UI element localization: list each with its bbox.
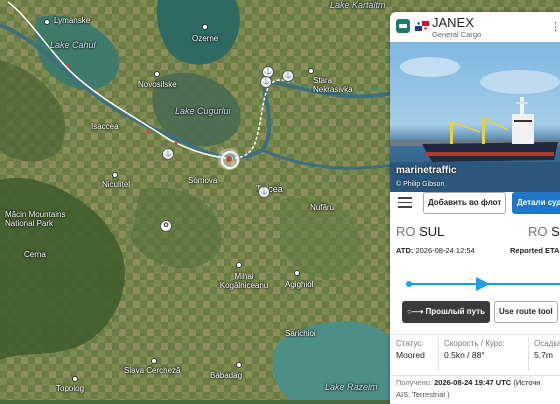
- place-label: Cerna: [24, 250, 46, 259]
- draught-label: Осадка: [534, 339, 560, 348]
- place-label: Ozerne: [192, 34, 219, 43]
- town-dot: [72, 376, 78, 382]
- town-dot: [154, 71, 160, 77]
- town-dot: [151, 358, 157, 364]
- place-label: Slava Cercheză: [124, 366, 181, 375]
- port-icon[interactable]: ⚓: [258, 186, 270, 198]
- progress-start-dot: [406, 281, 412, 287]
- town-dot: [44, 19, 50, 25]
- vessel-actions: Добавить во флот Детали суд: [390, 192, 560, 218]
- draught-field: Осадка 5.7m: [534, 339, 560, 360]
- speed-course-value: 0.5kn / 88°: [444, 350, 485, 360]
- place-label: Stara Nekrasivka: [313, 76, 353, 94]
- vessel-status-bar: Статус: Moored Скорость / Курс: 0.5kn / …: [390, 334, 560, 376]
- place-label: Lymanske: [54, 16, 91, 25]
- photo-watermark: marinetraffic: [396, 165, 457, 176]
- past-route-button[interactable]: ○⟶ Прошлый путь: [402, 301, 491, 323]
- town-dot: [308, 68, 314, 74]
- town-dot: [236, 262, 242, 268]
- town-dot: [112, 172, 118, 178]
- departure-port-code: SUL: [419, 224, 445, 239]
- atd-value: 2026-08-24 12:54: [415, 246, 475, 255]
- place-label: Nufăru: [310, 203, 335, 212]
- place-label: Sarichioi: [285, 329, 316, 338]
- actual-departure: ATD: 2026-08-24 12:54: [396, 246, 475, 255]
- received-source: (Источн: [513, 378, 541, 387]
- town-dot: [294, 270, 300, 276]
- lake-label: Lake Cugurlui: [175, 106, 231, 116]
- route-history-icon: ○⟶: [407, 307, 424, 316]
- vessel-photo[interactable]: marinetraffic © Philip Gibson: [390, 42, 560, 192]
- lake-label: Lake Cahul: [50, 40, 96, 50]
- landmark-icon[interactable]: ✿: [160, 220, 172, 232]
- reported-eta: Reported ETA: [510, 246, 560, 255]
- atd-label: ATD:: [396, 246, 414, 255]
- voyage-progress: [398, 277, 560, 291]
- speed-course-field: Скорость / Курс: 0.5kn / 88°: [444, 339, 504, 360]
- route-tool-button[interactable]: Use route tool: [494, 301, 558, 323]
- lake-label: Lake Razelm: [325, 382, 378, 392]
- received-value: 2026-08-24 19:47 UTC: [434, 378, 512, 387]
- hamburger-icon[interactable]: [398, 197, 412, 208]
- vessel-dot-icon: [226, 156, 232, 162]
- place-label: Babadag: [210, 371, 243, 380]
- ais-source: AIS: Terrestrial ): [396, 390, 450, 399]
- place-label: Isaccea: [91, 122, 119, 131]
- add-to-fleet-button[interactable]: Добавить во флот: [423, 192, 507, 214]
- destination-country: RO: [528, 224, 548, 239]
- divider: [528, 337, 529, 371]
- photo-credit: © Philip Gibson: [396, 181, 445, 188]
- place-label: Mihai Kogălniceanu: [219, 272, 269, 290]
- vessel-position-marker[interactable]: [218, 148, 240, 170]
- status-label: Статус:: [396, 339, 424, 348]
- cargo-ship-icon: [396, 19, 410, 33]
- destination-port-code: S: [551, 224, 560, 239]
- place-label: Agighiol: [285, 280, 314, 289]
- more-options-icon[interactable]: ⋮⋮: [550, 20, 560, 33]
- town-dot: [202, 24, 208, 30]
- vessel-name: JANEX: [432, 15, 474, 30]
- vessel-type: General Cargo: [432, 30, 482, 39]
- place-label: Topolog: [56, 384, 85, 393]
- speed-course-label: Скорость / Курс:: [444, 339, 505, 348]
- panama-flag-icon: [415, 21, 429, 31]
- status-value: Moored: [396, 350, 425, 360]
- port-icon[interactable]: ⚓: [260, 76, 272, 88]
- port-icon[interactable]: ⚓: [282, 70, 294, 82]
- place-label: Niculițel: [102, 180, 131, 189]
- destination-port[interactable]: RO S: [528, 224, 560, 239]
- place-label: Novosilske: [138, 80, 177, 89]
- port-icon[interactable]: ⚓: [162, 148, 174, 160]
- lake-label: Lake Kartaltm: [330, 0, 386, 10]
- departure-country: RO: [396, 224, 416, 239]
- divider: [438, 337, 439, 371]
- progress-arrow-icon: [476, 277, 490, 291]
- past-route-label: Прошлый путь: [425, 307, 486, 316]
- received-label: Получено:: [396, 378, 432, 387]
- vessel-details-button[interactable]: Детали суд: [512, 192, 560, 214]
- last-received: Получено: 2026-08-24 19:47 UTC (Источн: [396, 378, 540, 387]
- town-dot: [236, 362, 242, 368]
- place-label: Somova: [188, 176, 218, 185]
- status-field: Статус: Moored: [396, 339, 425, 360]
- vessel-header: JANEX General Cargo ⋮⋮: [390, 12, 560, 43]
- vessel-info-panel: JANEX General Cargo ⋮⋮ marinetr: [390, 12, 560, 404]
- departure-port[interactable]: RO SUL: [396, 224, 444, 239]
- draught-value: 5.7m: [534, 350, 553, 360]
- park-label: Măcin Mountains National Park: [5, 210, 66, 228]
